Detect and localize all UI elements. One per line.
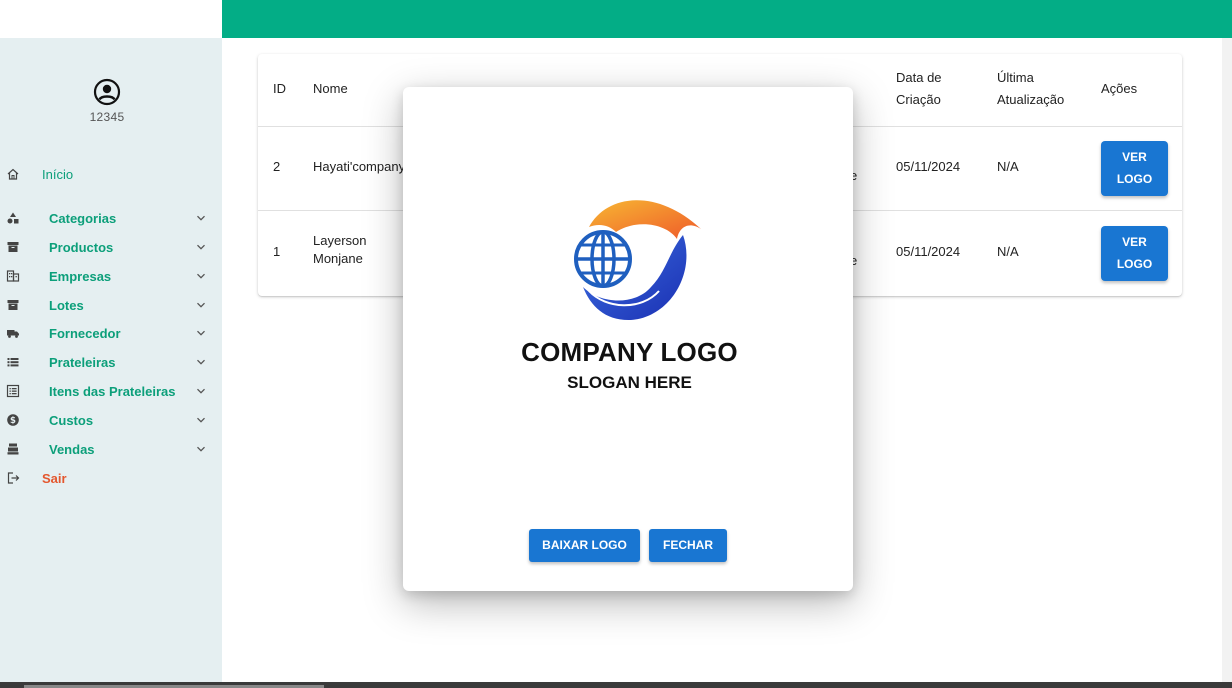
chevron-down-icon [197, 273, 205, 279]
cell-id: 1 [273, 244, 281, 259]
logo-slogan-text: SLOGAN HERE [567, 373, 692, 392]
chevron-down-icon [197, 388, 205, 394]
sidebar-item-categorias[interactable]: Categorias [0, 206, 222, 230]
account-circle-icon[interactable] [93, 78, 121, 106]
user-id: 12345 [89, 110, 125, 124]
sidebar-item-label: Empresas [49, 268, 112, 284]
button-label-line2: LOGO [1116, 172, 1153, 186]
content-edge [1222, 38, 1232, 682]
sidebar-item-productos[interactable]: Productos [0, 235, 222, 259]
top-app-bar [222, 0, 1232, 38]
company-logo-image [573, 200, 701, 321]
register-icon [7, 443, 19, 455]
chevron-down-icon [197, 215, 205, 221]
truck-icon [7, 330, 19, 338]
cell-ultima-atualizacao: N/A [997, 244, 1019, 259]
view-logo-button[interactable]: VER LOGO [1101, 226, 1168, 281]
user-block: 12345 [0, 78, 214, 124]
sidebar-item-label: Fornecedor [49, 325, 121, 341]
cell-nome: Layerson [313, 233, 367, 248]
column-header-ultima-line1: Última [997, 70, 1034, 85]
sidebar-item-label: Custos [49, 412, 94, 428]
cell-data-criacao: 05/11/2024 [896, 159, 961, 174]
sidebar-item-label: Categorias [49, 210, 117, 226]
home-icon [7, 168, 19, 180]
dollar-icon: $ [7, 414, 19, 426]
sidebar-item-label: Itens das Prateleiras [49, 383, 176, 399]
archive-icon [7, 242, 19, 252]
column-header-id: ID [273, 81, 286, 96]
list-icon [7, 358, 19, 367]
sidebar-item-lotes[interactable]: Lotes [0, 293, 222, 317]
column-header-ultima-line2: Atualização [997, 92, 1065, 107]
list-alt-icon [6, 384, 20, 398]
archive-icon [7, 300, 19, 310]
button-label-line1: VER [1122, 235, 1147, 249]
sidebar-item-label: Vendas [49, 441, 95, 457]
sidebar-item-label: Prateleiras [49, 354, 116, 370]
chevron-down-icon [197, 359, 205, 365]
logout-icon [7, 472, 20, 484]
sidebar: 12345 Início Categorias Productos Empres… [0, 38, 222, 682]
chevron-down-icon [197, 446, 205, 452]
chevron-down-icon [197, 417, 205, 423]
sidebar-item-sair[interactable]: Sair [0, 466, 222, 490]
column-header-acoes: Ações [1101, 81, 1138, 96]
sidebar-item-label: Productos [49, 239, 114, 255]
button-label-line1: VER [1122, 150, 1147, 164]
close-dialog-button[interactable]: FECHAR [649, 529, 727, 562]
cell-ultima-atualizacao: N/A [997, 159, 1019, 174]
svg-text:$: $ [10, 416, 16, 426]
building-icon [6, 270, 20, 282]
chevron-down-icon [197, 302, 205, 308]
cell-data-criacao: 05/11/2024 [896, 244, 961, 259]
column-header-nome: Nome [313, 81, 348, 96]
sidebar-item-label: Sair [42, 470, 67, 486]
logo-title-text: COMPANY LOGO [521, 337, 738, 367]
sidebar-item-inicio[interactable]: Início [0, 162, 222, 186]
topbar-left-blank [0, 0, 222, 38]
sidebar-item-label: Início [42, 166, 74, 182]
download-logo-button[interactable]: BAIXAR LOGO [529, 529, 640, 562]
sidebar-item-empresas[interactable]: Empresas [0, 264, 222, 288]
sidebar-item-itens-das-prateleiras[interactable]: Itens das Prateleiras [0, 379, 222, 403]
sidebar-item-prateleiras[interactable]: Prateleiras [0, 350, 222, 374]
page: 12345 Início Categorias Productos Empres… [0, 0, 1232, 688]
sidebar-item-custos[interactable]: $ Custos [0, 408, 222, 432]
sidebar-item-vendas[interactable]: Vendas [0, 437, 222, 461]
cell-nome: Hayati'company [313, 159, 406, 174]
shapes-icon [7, 212, 19, 224]
column-header-data-criacao-line1: Data de [896, 70, 942, 85]
sidebar-item-fornecedor[interactable]: Fornecedor [0, 321, 222, 345]
sidebar-item-label: Lotes [49, 297, 84, 313]
logo-preview-dialog: COMPANY LOGO SLOGAN HERE BAIXAR LOGO FEC… [403, 87, 853, 591]
view-logo-button[interactable]: VER LOGO [1101, 141, 1168, 196]
column-header-data-criacao-line2: Criação [896, 92, 941, 107]
button-label-line2: LOGO [1116, 257, 1153, 271]
cell-nome-line2: Monjane [313, 251, 363, 266]
cell-id: 2 [273, 159, 281, 174]
chevron-down-icon [197, 244, 205, 250]
chevron-down-icon [197, 330, 205, 336]
